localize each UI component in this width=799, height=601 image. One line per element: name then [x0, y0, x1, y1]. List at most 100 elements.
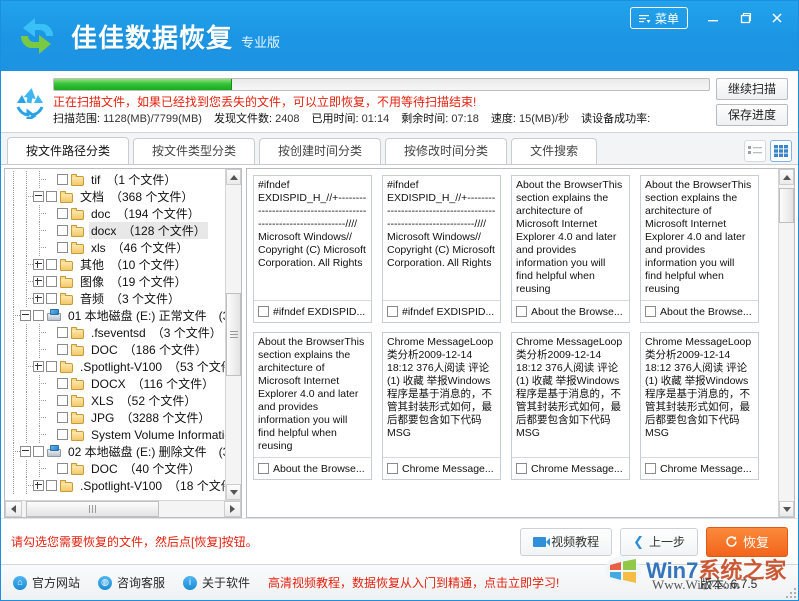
list-view-button[interactable] [744, 140, 766, 162]
tab-2[interactable]: 按创建时间分类 [259, 138, 382, 164]
files-vertical-scrollbar[interactable] [778, 169, 794, 517]
expand-icon[interactable] [33, 276, 44, 287]
tree-row-checkbox[interactable] [57, 395, 68, 406]
previous-step-button[interactable]: ❮ 上一步 [620, 527, 698, 556]
minimize-button[interactable] [698, 7, 728, 29]
maximize-button[interactable] [730, 7, 760, 29]
footer-link-customer-service[interactable]: ◍ 咨询客服 [98, 574, 165, 591]
tree-scroll-track[interactable] [226, 185, 241, 484]
tree-row[interactable]: DOCX （116 个文件） [5, 375, 225, 392]
tree-row-checkbox[interactable] [57, 327, 68, 338]
expand-icon[interactable] [33, 293, 44, 304]
tree-row[interactable]: doc （194 个文件） [5, 205, 225, 222]
continue-scan-button[interactable]: 继续扫描 [716, 77, 788, 100]
tree-row[interactable]: xls （46 个文件） [5, 239, 225, 256]
tree-row-checkbox[interactable] [57, 242, 68, 253]
file-card-checkbox[interactable] [645, 306, 656, 317]
tree-row-checkbox[interactable] [46, 191, 57, 202]
footer-link-official-site[interactable]: ⌂ 官方网站 [13, 574, 80, 591]
file-card[interactable]: Chrome MessageLoop类分析2009-12-14 18:12 37… [640, 332, 759, 480]
resize-grip-icon[interactable] [784, 586, 796, 598]
files-scroll-track[interactable] [779, 185, 794, 501]
tree-row-checkbox[interactable] [57, 429, 68, 440]
tab-4[interactable]: 文件搜索 [511, 138, 598, 164]
tree-row[interactable]: .Spotlight-V100 （53 个文件 [5, 358, 225, 375]
tree-row[interactable]: 文档 （368 个文件） [5, 188, 225, 205]
tree-row-checkbox[interactable] [46, 361, 57, 372]
file-card[interactable]: #ifndef EXDISPID_H_//+------------------… [382, 175, 501, 323]
tree-row[interactable]: 02 本地磁盘 (E:) 删除文件 (34 [5, 443, 225, 460]
tree-row[interactable]: DOC （40 个文件） [5, 460, 225, 477]
tree-row-checkbox[interactable] [46, 259, 57, 270]
video-tutorial-button[interactable]: 视频教程 [520, 527, 613, 556]
tree-row-checkbox[interactable] [57, 463, 68, 474]
tree-row[interactable]: docx （128 个文件） [5, 222, 225, 239]
tree-row-checkbox[interactable] [57, 344, 68, 355]
files-scroll-down-button[interactable] [779, 501, 794, 517]
close-button[interactable] [762, 7, 792, 29]
tree-row-checkbox[interactable] [46, 480, 57, 491]
tree-row-checkbox[interactable] [46, 293, 57, 304]
file-card[interactable]: About the BrowserThis section explains t… [253, 332, 372, 480]
tree-row-checkbox[interactable] [57, 412, 68, 423]
tree-row-checkbox[interactable] [33, 310, 44, 321]
recover-button[interactable]: 恢复 [706, 526, 788, 557]
expand-icon[interactable] [33, 361, 44, 372]
footer-promo-text[interactable]: 高清视频教程，数据恢复从入门到精通，点击立即学习! [268, 574, 559, 591]
tree-row-checkbox[interactable] [46, 276, 57, 287]
tab-0[interactable]: 按文件路径分类 [7, 137, 130, 164]
expand-icon[interactable] [33, 259, 44, 270]
files-scroll-thumb[interactable] [779, 188, 794, 223]
tree-row[interactable]: tif （1 个文件） [5, 171, 225, 188]
file-card-checkbox[interactable] [645, 463, 656, 474]
save-progress-button[interactable]: 保存进度 [716, 103, 788, 126]
file-card[interactable]: About the BrowserThis section explains t… [640, 175, 759, 323]
grid-view-button[interactable] [770, 140, 792, 162]
tree-vertical-scrollbar[interactable] [225, 169, 241, 500]
expand-icon[interactable] [33, 480, 44, 491]
file-card-grid[interactable]: #ifndef EXDISPID_H_//+------------------… [247, 169, 778, 517]
file-card-checkbox[interactable] [387, 463, 398, 474]
collapse-icon[interactable] [33, 191, 44, 202]
tree-scroll-up-button[interactable] [226, 169, 241, 185]
file-card[interactable]: About the BrowserThis section explains t… [511, 175, 630, 323]
tree-row[interactable]: 图像 （19 个文件） [5, 273, 225, 290]
file-card-checkbox[interactable] [516, 463, 527, 474]
tree-horizontal-scrollbar[interactable] [5, 500, 241, 517]
collapse-icon[interactable] [20, 446, 31, 457]
tree-row[interactable]: .fseventsd （3 个文件） [5, 324, 225, 341]
file-card-checkbox[interactable] [516, 306, 527, 317]
tree-row-checkbox[interactable] [57, 225, 68, 236]
tree-row[interactable]: DOC （186 个文件） [5, 341, 225, 358]
tree-row-checkbox[interactable] [57, 174, 68, 185]
tree-row[interactable]: 01 本地磁盘 (E:) 正常文件 (37 [5, 307, 225, 324]
tree-row-checkbox[interactable] [57, 208, 68, 219]
tree-row[interactable]: 其他 （10 个文件） [5, 256, 225, 273]
footer-link-about[interactable]: i 关于软件 [183, 574, 250, 591]
tab-1[interactable]: 按文件类型分类 [133, 138, 256, 164]
tree-scroll-down-button[interactable] [226, 484, 241, 500]
tree-scroll-thumb[interactable] [226, 292, 241, 377]
tree-row-checkbox[interactable] [33, 446, 44, 457]
folder-tree[interactable]: tif （1 个文件） 文档 （368 个文件） doc （194 个文件） docx… [5, 169, 225, 500]
tree-hscroll-track[interactable] [22, 501, 224, 517]
file-card[interactable]: Chrome MessageLoop类分析2009-12-14 18:12 37… [511, 332, 630, 480]
file-card[interactable]: Chrome MessageLoop类分析2009-12-14 18:12 37… [382, 332, 501, 480]
tree-row[interactable]: .Spotlight-V100 （18 个文件 [5, 477, 225, 494]
tree-row[interactable]: XLS （52 个文件） [5, 392, 225, 409]
tree-row[interactable]: System Volume Information [5, 426, 225, 443]
tab-3[interactable]: 按修改时间分类 [385, 138, 508, 164]
tree-scroll-right-button[interactable] [224, 501, 241, 517]
tree-hscroll-thumb[interactable] [26, 501, 160, 517]
tree-scroll-left-button[interactable] [5, 501, 22, 517]
file-card[interactable]: #ifndef EXDISPID_H_//+------------------… [253, 175, 372, 323]
file-card-checkbox[interactable] [387, 306, 398, 317]
tree-row-checkbox[interactable] [57, 378, 68, 389]
files-scroll-up-button[interactable] [779, 169, 794, 185]
menu-button[interactable]: 菜单 [629, 7, 688, 29]
tree-row[interactable]: JPG （3288 个文件） [5, 409, 225, 426]
tree-row[interactable]: 音频 （3 个文件） [5, 290, 225, 307]
file-card-checkbox[interactable] [258, 306, 269, 317]
collapse-icon[interactable] [20, 310, 31, 321]
file-card-checkbox[interactable] [258, 463, 269, 474]
